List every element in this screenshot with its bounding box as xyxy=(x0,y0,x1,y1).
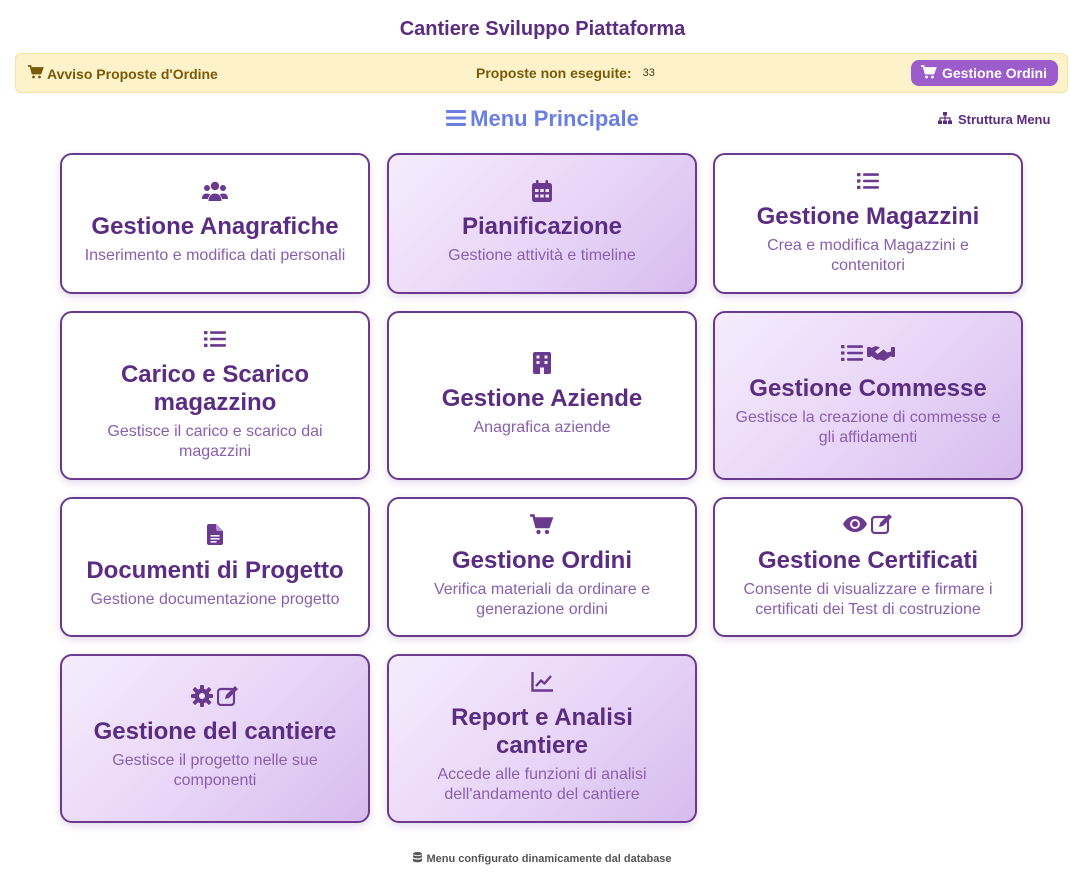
card-gestione-ordini[interactable]: Gestione Ordini Verifica materiali da or… xyxy=(387,497,697,637)
file-icon xyxy=(207,523,223,550)
card-report-e-analisi[interactable]: Report e Analisi cantiere Accede alle fu… xyxy=(387,654,697,823)
card-description: Gestisce il progetto nelle sue component… xyxy=(112,752,318,789)
menu-title-text: Menu Principale xyxy=(470,106,639,131)
footer-note-text: Menu configurato dinamicamente dal datab… xyxy=(426,853,672,865)
card-description: Gestisce la creazione di commesse e gli … xyxy=(735,409,1001,446)
list-icon xyxy=(204,330,226,353)
edit-icon xyxy=(870,514,893,539)
hamburger-icon xyxy=(446,107,467,133)
card-gestione-commesse[interactable]: Gestione Commesse Gestisce la creazione … xyxy=(713,311,1023,480)
card-gestione-del-cantiere[interactable]: Gestione del cantiere Gestisce il proget… xyxy=(60,654,370,823)
card-title: Pianificazione xyxy=(461,213,623,240)
card-description: Anagrafica aziende xyxy=(473,419,611,436)
card-description: Verifica materiali da ordinare e generaz… xyxy=(433,580,651,618)
calendar-icon xyxy=(532,179,552,207)
struttura-menu-label: Struttura Menu xyxy=(958,112,1051,127)
card-title: Documenti di Progetto xyxy=(86,556,344,584)
gestione-ordini-button-label: Gestione Ordini xyxy=(941,65,1047,81)
card-description: Gestione documentazione progetto xyxy=(90,590,340,608)
pending-count: 33 xyxy=(642,67,655,79)
card-description: Consente di visualizzare e firmare i cer… xyxy=(743,580,993,618)
card-title: Report e Analisi cantiere xyxy=(451,704,633,759)
gestione-ordini-button[interactable]: Gestione Ordini xyxy=(910,60,1058,86)
list-icon xyxy=(857,172,879,195)
order-proposals-alert: Avviso Proposte d'Ordine Proposte non es… xyxy=(15,53,1068,93)
card-title: Gestione Magazzini xyxy=(756,203,980,230)
footer-note: Menu configurato dinamicamente dal datab… xyxy=(0,852,1085,866)
card-gestione-certificati[interactable]: Gestione Certificati Consente di visuali… xyxy=(713,497,1023,637)
card-title: Gestione Aziende xyxy=(441,385,643,412)
pending-label: Proposte non eseguite: xyxy=(476,65,632,81)
card-description: Gestisce il carico e scarico dai magazzi… xyxy=(107,423,323,460)
card-description: Accede alle funzioni di analisi dell'and… xyxy=(437,766,647,803)
card-pianificazione[interactable]: Pianificazione Gestione attività e timel… xyxy=(387,153,697,294)
card-gestione-anagrafiche[interactable]: Gestione Anagrafiche Inserimento e modif… xyxy=(60,153,370,294)
cart-icon xyxy=(28,65,44,82)
chart-line-icon xyxy=(531,671,553,697)
cart-icon xyxy=(530,513,554,540)
card-title: Gestione Ordini xyxy=(451,546,633,574)
cart-icon xyxy=(920,64,937,82)
card-title: Gestione Certificati xyxy=(757,546,979,574)
card-title: Gestione del cantiere xyxy=(93,718,337,745)
users-icon xyxy=(202,180,228,207)
alert-label-group: Avviso Proposte d'Ordine xyxy=(28,65,218,82)
card-title: Gestione Commesse xyxy=(749,375,987,402)
sitemap-icon xyxy=(938,112,952,127)
card-description: Inserimento e modifica dati personali xyxy=(84,247,346,264)
menu-title: Menu Principale xyxy=(0,106,1085,133)
card-gestione-magazzini[interactable]: Gestione Magazzini Crea e modifica Magaz… xyxy=(713,153,1023,294)
gear-icon xyxy=(191,684,213,712)
struttura-menu-link[interactable]: Struttura Menu xyxy=(938,112,1050,127)
card-title: Carico e Scarico magazzino xyxy=(120,361,310,416)
handshake-icon xyxy=(867,344,895,367)
card-carico-scarico-magazzino[interactable]: Carico e Scarico magazzino Gestisce il c… xyxy=(60,311,370,480)
database-icon xyxy=(413,852,423,866)
building-icon xyxy=(533,351,551,379)
alert-label: Avviso Proposte d'Ordine xyxy=(47,65,218,82)
card-gestione-aziende[interactable]: Gestione Aziende Anagrafica aziende xyxy=(387,311,697,480)
eye-icon xyxy=(843,515,867,538)
card-title: Gestione Anagrafiche xyxy=(91,213,339,240)
card-documenti-di-progetto[interactable]: Documenti di Progetto Gestione documenta… xyxy=(60,497,370,637)
edit-icon xyxy=(216,685,239,711)
list-icon xyxy=(841,344,863,367)
page-title: Cantiere Sviluppo Piattaforma xyxy=(399,18,686,40)
card-description: Gestione attività e timeline xyxy=(448,247,636,264)
pending-proposals: Proposte non eseguite: 33 xyxy=(476,65,655,81)
card-description: Crea e modifica Magazzini e contenitori xyxy=(767,237,969,274)
